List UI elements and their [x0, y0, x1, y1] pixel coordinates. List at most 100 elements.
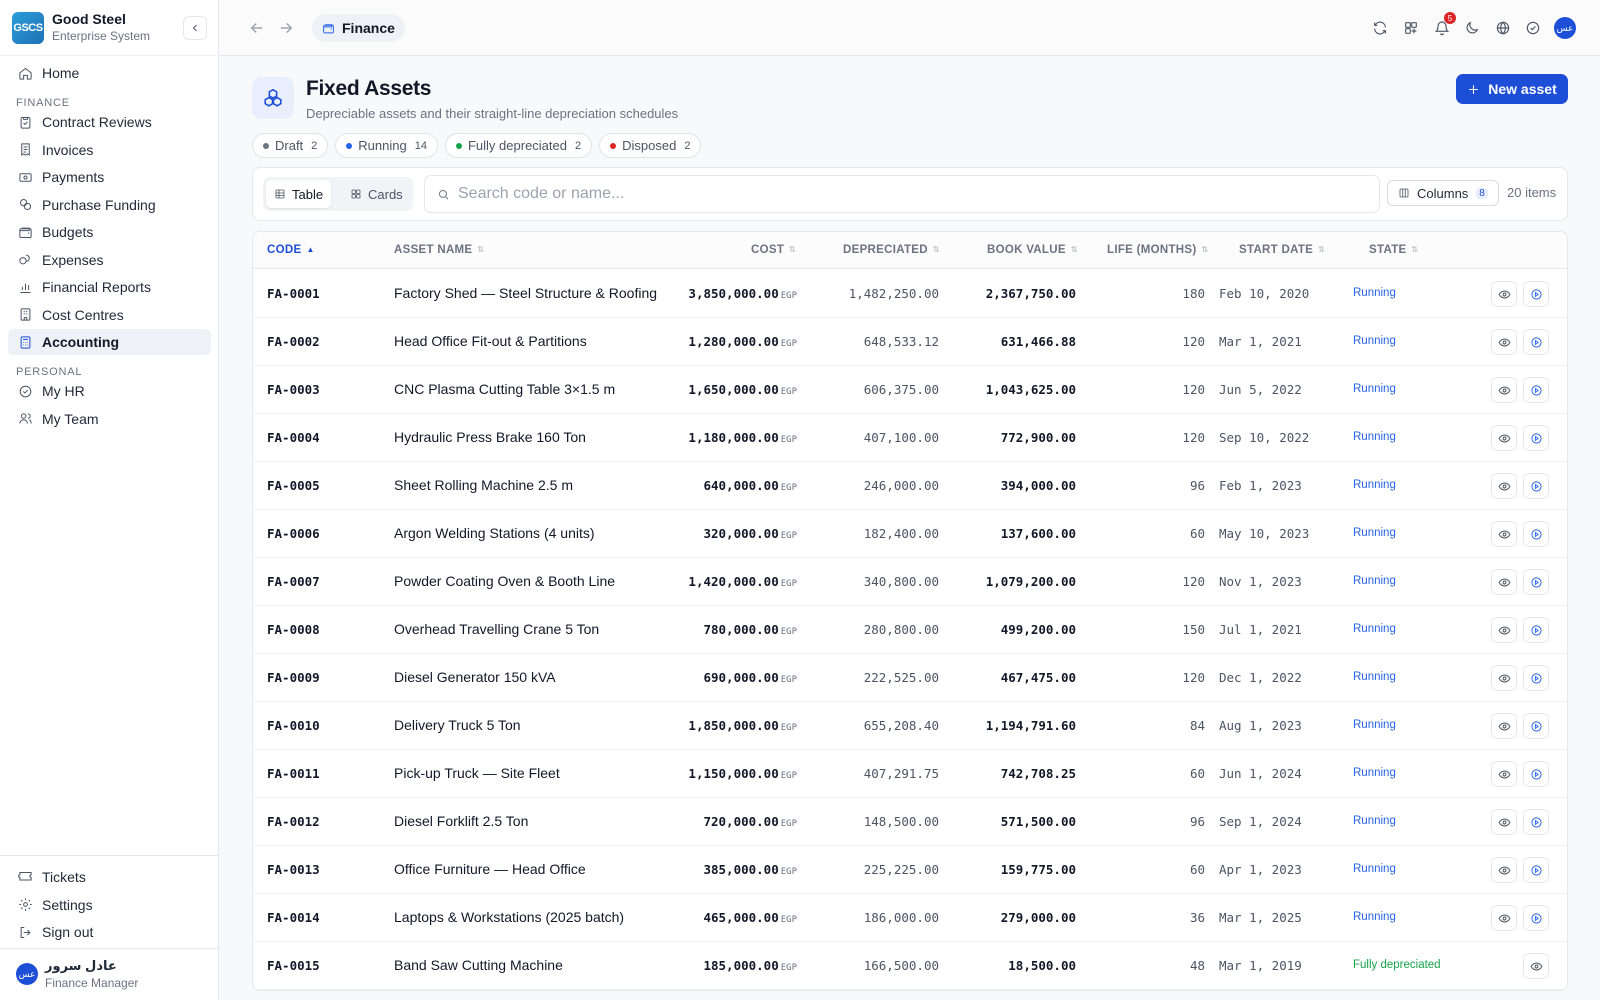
view-asset-button[interactable]	[1491, 425, 1517, 451]
asset-code[interactable]: FA-0013	[267, 862, 320, 877]
view-asset-button[interactable]	[1491, 665, 1517, 691]
table-row[interactable]: FA-0013 Office Furniture — Head Office 385…	[253, 846, 1567, 894]
view-asset-button[interactable]	[1491, 569, 1517, 595]
column-header-state[interactable]: STATE ⇅	[1369, 244, 1419, 256]
status-button[interactable]	[1523, 18, 1543, 38]
column-header-life[interactable]: LIFE (MONTHS) ⇅	[1107, 244, 1209, 256]
table-row[interactable]: FA-0004 Hydraulic Press Brake 160 Ton 1,18…	[253, 414, 1567, 462]
view-table-button[interactable]: Table	[266, 180, 332, 208]
sidebar-item-accounting[interactable]: Accounting	[8, 329, 211, 355]
view-asset-button[interactable]	[1491, 713, 1517, 739]
sidebar-item-home[interactable]: Home	[8, 60, 211, 86]
sidebar-item-payments[interactable]: Payments	[8, 164, 211, 190]
run-depreciation-button[interactable]	[1523, 281, 1549, 307]
sidebar-item-cost-centres[interactable]: Cost Centres	[8, 302, 211, 328]
column-header-start-date[interactable]: START DATE ⇅	[1239, 244, 1325, 256]
forward-arrow-icon[interactable]	[277, 19, 295, 37]
view-asset-button[interactable]	[1491, 281, 1517, 307]
view-asset-button[interactable]	[1491, 809, 1517, 835]
view-asset-button[interactable]	[1491, 329, 1517, 355]
run-depreciation-button[interactable]	[1523, 809, 1549, 835]
sidebar-item-expenses[interactable]: Expenses	[8, 247, 211, 273]
view-asset-button[interactable]	[1491, 857, 1517, 883]
grid-button[interactable]	[1401, 18, 1421, 38]
asset-code[interactable]: FA-0003	[267, 382, 320, 397]
sidebar-item-settings[interactable]: Settings	[8, 892, 211, 918]
run-depreciation-button[interactable]	[1523, 953, 1549, 979]
chip-draft[interactable]: Draft 2	[252, 133, 329, 158]
refresh-button[interactable]	[1370, 18, 1390, 38]
table-row[interactable]: FA-0015 Band Saw Cutting Machine 185,000.0…	[253, 942, 1567, 990]
collapse-sidebar-button[interactable]	[183, 16, 207, 40]
table-row[interactable]: FA-0009 Diesel Generator 150 kVA 690,000.0…	[253, 654, 1567, 702]
asset-code[interactable]: FA-0005	[267, 478, 320, 493]
asset-code[interactable]: FA-0011	[267, 766, 320, 781]
asset-code[interactable]: FA-0008	[267, 622, 320, 637]
table-row[interactable]: FA-0003 CNC Plasma Cutting Table 3×1.5 m 1…	[253, 366, 1567, 414]
table-row[interactable]: FA-0014 Laptops & Workstations (2025 batc…	[253, 894, 1567, 942]
table-row[interactable]: FA-0005 Sheet Rolling Machine 2.5 m 640,00…	[253, 462, 1567, 510]
asset-code[interactable]: FA-0004	[267, 430, 320, 445]
table-row[interactable]: FA-0002 Head Office Fit-out & Partitions 1…	[253, 318, 1567, 366]
chip-disposed[interactable]: Disposed 2	[599, 133, 702, 158]
sidebar-item-contract-reviews[interactable]: Contract Reviews	[8, 109, 211, 135]
asset-code[interactable]: FA-0009	[267, 670, 320, 685]
view-asset-button[interactable]	[1491, 473, 1517, 499]
sidebar-item-tickets[interactable]: Tickets	[8, 864, 211, 890]
avatar[interactable]: عس	[1554, 17, 1576, 39]
notifications-button[interactable]: 5	[1432, 12, 1456, 38]
run-depreciation-button[interactable]	[1523, 473, 1549, 499]
run-depreciation-button[interactable]	[1523, 905, 1549, 931]
view-asset-button[interactable]	[1491, 905, 1517, 931]
asset-code[interactable]: FA-0014	[267, 910, 320, 925]
table-row[interactable]: FA-0001 Factory Shed — Steel Structure & …	[253, 270, 1567, 318]
search-input[interactable]	[458, 185, 1358, 203]
run-depreciation-button[interactable]	[1523, 761, 1549, 787]
asset-code[interactable]: FA-0012	[267, 814, 320, 829]
run-depreciation-button[interactable]	[1523, 377, 1549, 403]
asset-code[interactable]: FA-0002	[267, 334, 320, 349]
table-row[interactable]: FA-0010 Delivery Truck 5 Ton 1,850,000.00 E…	[253, 702, 1567, 750]
run-depreciation-button[interactable]	[1523, 665, 1549, 691]
back-arrow-icon[interactable]	[248, 19, 266, 37]
view-asset-button[interactable]	[1491, 617, 1517, 643]
view-cards-button[interactable]: Cards	[342, 180, 411, 208]
chip-running[interactable]: Running 14	[335, 133, 438, 158]
run-depreciation-button[interactable]	[1523, 617, 1549, 643]
run-depreciation-button[interactable]	[1523, 857, 1549, 883]
view-asset-button[interactable]	[1491, 377, 1517, 403]
asset-code[interactable]: FA-0006	[267, 526, 320, 541]
column-header-book-value[interactable]: BOOK VALUE ⇅	[987, 244, 1078, 256]
table-row[interactable]: FA-0007 Powder Coating Oven & Booth Line 1…	[253, 558, 1567, 606]
sidebar-item-my-team[interactable]: My Team	[8, 406, 211, 432]
table-row[interactable]: FA-0008 Overhead Travelling Crane 5 Ton 78…	[253, 606, 1567, 654]
asset-code[interactable]: FA-0001	[267, 286, 320, 301]
breadcrumb[interactable]: Finance	[312, 14, 405, 42]
asset-code[interactable]: FA-0015	[267, 958, 320, 973]
asset-code[interactable]: FA-0010	[267, 718, 320, 733]
sidebar-item-my-hr[interactable]: My HR	[8, 378, 211, 404]
table-row[interactable]: FA-0012 Diesel Forklift 2.5 Ton 720,000.00…	[253, 798, 1567, 846]
language-button[interactable]	[1493, 18, 1513, 38]
sidebar-item-budgets[interactable]: Budgets	[8, 219, 211, 245]
column-header-cost[interactable]: COST ⇅	[751, 244, 796, 256]
table-row[interactable]: FA-0006 Argon Welding Stations (4 units) 3…	[253, 510, 1567, 558]
run-depreciation-button[interactable]	[1523, 329, 1549, 355]
asset-code[interactable]: FA-0007	[267, 574, 320, 589]
columns-button[interactable]: Columns 8	[1387, 180, 1499, 206]
run-depreciation-button[interactable]	[1523, 521, 1549, 547]
table-row[interactable]: FA-0011 Pick-up Truck — Site Fleet 1,150,0…	[253, 750, 1567, 798]
new-asset-button[interactable]: New asset	[1456, 74, 1568, 104]
run-depreciation-button[interactable]	[1523, 425, 1549, 451]
column-header-code[interactable]: CODE ▲	[267, 244, 315, 256]
view-asset-button[interactable]	[1491, 761, 1517, 787]
sidebar-item-sign-out[interactable]: Sign out	[8, 919, 211, 945]
column-header-depreciated[interactable]: DEPRECIATED ⇅	[843, 244, 940, 256]
view-asset-button[interactable]	[1491, 521, 1517, 547]
sidebar-item-purchase-funding[interactable]: Purchase Funding	[8, 192, 211, 218]
sidebar-item-invoices[interactable]: Invoices	[8, 137, 211, 163]
theme-toggle-button[interactable]	[1462, 18, 1482, 38]
column-header-asset-name[interactable]: ASSET NAME ⇅	[394, 244, 484, 256]
run-depreciation-button[interactable]	[1523, 713, 1549, 739]
run-depreciation-button[interactable]	[1523, 569, 1549, 595]
